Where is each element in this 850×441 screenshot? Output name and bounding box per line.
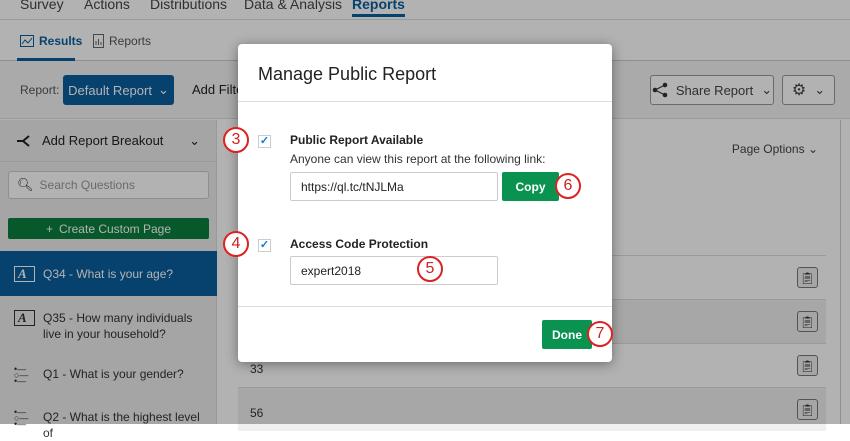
callout-badge: 6 bbox=[555, 173, 581, 199]
done-button[interactable]: Done bbox=[542, 320, 592, 349]
public-report-label: Public Report Available bbox=[290, 133, 424, 147]
access-code-checkbox[interactable]: ✓ bbox=[258, 239, 271, 252]
callout-badge: 4 bbox=[223, 231, 249, 257]
public-link-field[interactable]: https://ql.tc/tNJLMa bbox=[290, 172, 498, 201]
access-code-field[interactable]: expert2018 bbox=[290, 256, 498, 285]
dialog-footer-divider bbox=[238, 306, 612, 307]
callout-badge: 3 bbox=[223, 127, 249, 153]
public-report-description: Anyone can view this report at the follo… bbox=[290, 152, 546, 166]
public-report-checkbox[interactable]: ✓ bbox=[258, 135, 271, 148]
dialog-title: Manage Public Report bbox=[238, 44, 612, 102]
copy-button[interactable]: Copy bbox=[502, 172, 559, 201]
callout-badge: 5 bbox=[417, 256, 443, 282]
manage-public-report-dialog: Manage Public Report ✓ Public Report Ava… bbox=[238, 44, 612, 362]
access-code-label: Access Code Protection bbox=[290, 237, 429, 251]
callout-badge: 7 bbox=[587, 321, 613, 347]
